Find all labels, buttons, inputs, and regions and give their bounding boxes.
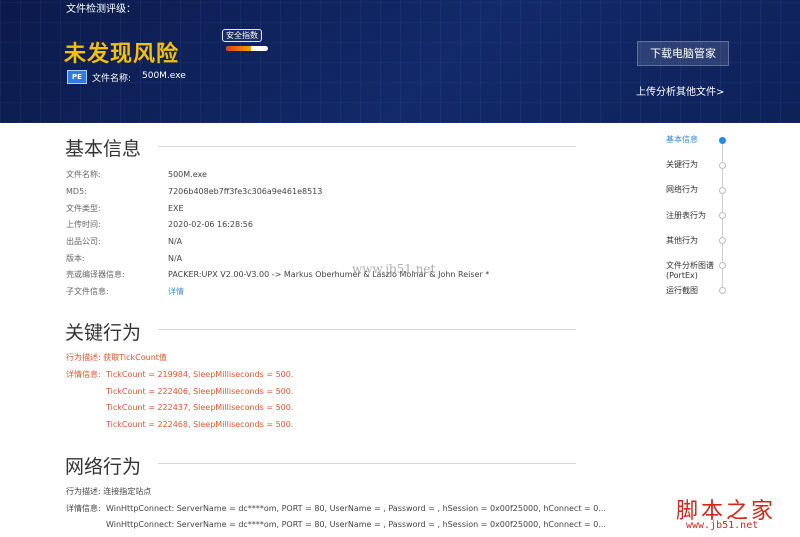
info-label: 子文件信息: [66,287,109,296]
info-value: N/A [168,254,183,263]
behavior-detail-line: TickCount = 222406, SleepMilliseconds = … [106,387,294,396]
pe-file-icon: PE [67,70,87,84]
info-label: 版本: [66,254,85,263]
info-label: 文件名称: [66,170,101,179]
behavior-detail-label: 详情信息: [66,370,101,379]
network-desc-label: 行为描述: [66,487,101,496]
safety-index-badge: 安全指数 [222,29,262,42]
behavior-detail-line: TickCount = 219984, SleepMilliseconds = … [106,370,294,379]
section-title-network-behavior: 网络行为 [65,456,142,478]
network-detail-line: WinHttpConnect: ServerName = dc****om, P… [106,520,606,529]
behavior-detail-line: TickCount = 222437, SleepMilliseconds = … [106,403,294,412]
side-nav-item-other-behavior[interactable]: 其他行为 [666,236,726,246]
info-value: PACKER:UPX V2.00-V3.00 -> Markus Oberhum… [168,270,490,279]
section-divider [158,463,576,464]
side-nav-dot[interactable] [719,187,726,194]
side-nav-dot[interactable] [719,162,726,169]
section-divider [158,329,576,330]
side-nav-item-key-behavior[interactable]: 关键行为 [666,160,726,170]
side-nav-item-basic-info[interactable]: 基本信息 [666,135,726,145]
side-nav-dot[interactable] [719,262,726,269]
report-header: 文件检测评级： 未发现风险 安全指数 PE 文件名称: 500M.exe 下载电… [0,0,800,123]
rating-label: 文件检测评级： [66,4,136,15]
safety-index-fill [226,46,252,51]
network-detail-label: 详情信息: [66,504,101,513]
safety-index-bar [226,46,268,51]
network-desc-row: 行为描述: 连接指定站点 [66,487,151,497]
info-label: 文件类型: [66,204,101,213]
info-value: 500M.exe [168,170,207,179]
side-nav-dot[interactable] [719,212,726,219]
info-value: 7206b408eb7ff3fe3c306a9e461e8513 [168,187,323,196]
subfile-details-link[interactable]: 详情 [168,287,184,297]
filename-label: 文件名称: [92,74,132,84]
section-title-key-behavior: 关键行为 [65,322,142,344]
info-value: 2020-02-06 16:28:56 [168,220,253,229]
filename-value: 500M.exe [142,71,186,81]
network-detail-line: WinHttpConnect: ServerName = dc****om, P… [106,504,606,513]
scan-result: 未发现风险 [64,42,180,67]
watermark-center: www.jb51.net [352,262,436,276]
side-nav-dot-active[interactable] [719,137,726,144]
behavior-desc-value: 获取TickCount值 [103,353,167,362]
side-nav-dot[interactable] [719,237,726,244]
info-label: 上传时间: [66,220,101,229]
section-divider [158,146,576,147]
info-value: N/A [168,237,183,246]
behavior-desc-row: 行为描述: 获取TickCount值 [66,353,167,363]
behavior-detail-line: TickCount = 222468, SleepMilliseconds = … [106,420,294,429]
watermark-url: www.jb51.net [686,520,759,531]
side-nav-item-network-behavior[interactable]: 网络行为 [666,185,726,195]
download-pc-manager-button[interactable]: 下载电脑管家 [637,41,729,66]
info-label: 出品公司: [66,237,101,246]
side-nav-item-registry-behavior[interactable]: 注册表行为 [666,211,726,221]
network-desc-value: 连接指定站点 [103,487,152,496]
side-nav-dot[interactable] [719,287,726,294]
upload-other-file-link[interactable]: 上传分析其他文件> [636,83,724,98]
section-title-basic-info: 基本信息 [65,138,142,160]
behavior-desc-label: 行为描述: [66,353,101,362]
info-label: 壳或编译器信息: [66,270,125,279]
side-nav-item-screenshot[interactable]: 运行截图 [666,286,726,296]
info-value: EXE [168,204,184,213]
side-nav-item-portex[interactable]: 文件分析图谱 (PortEx) [666,261,726,281]
info-label: MD5: [66,187,87,196]
